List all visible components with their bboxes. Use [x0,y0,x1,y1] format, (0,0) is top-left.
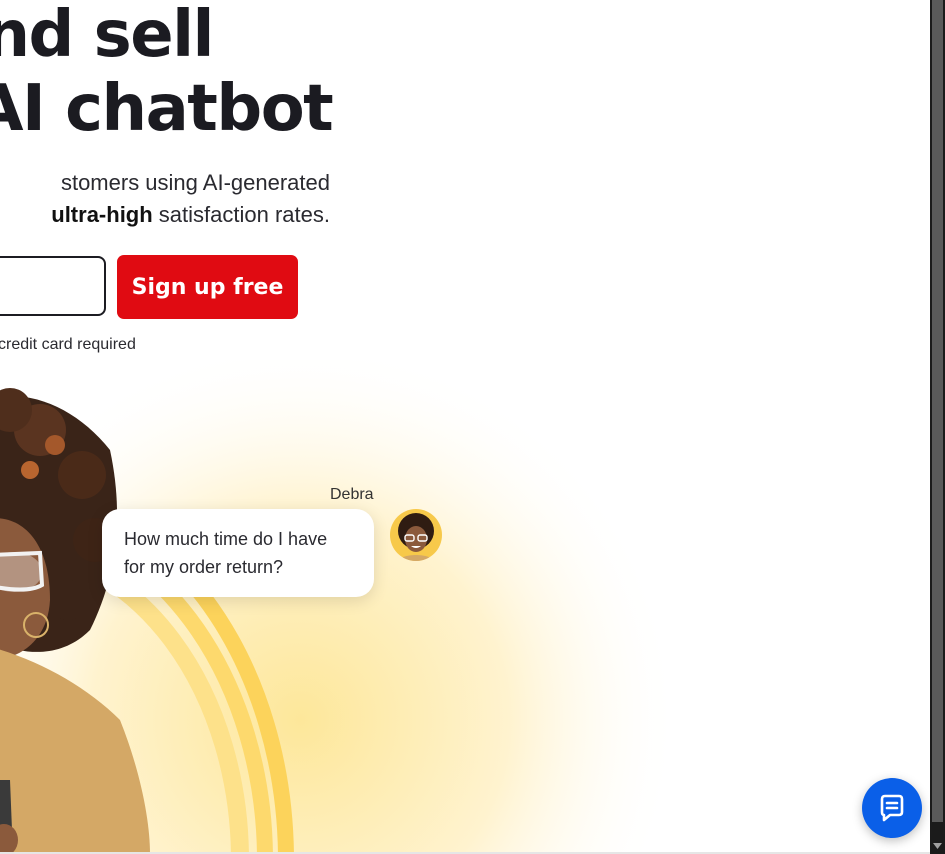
hero-title-line-2: ven AI chatbot [0,72,334,146]
no-credit-card-note: credit card required [0,336,136,353]
scroll-down-button[interactable] [930,837,945,854]
hero-title-line-1: rt, and sell [0,0,214,72]
agent-avatar [390,509,442,561]
message-line-1: How much time do I have [124,529,328,549]
hero-illustration [0,360,930,854]
triangle-down-icon [933,842,942,849]
chat-launcher-button[interactable] [862,778,922,838]
email-input[interactable] [0,256,106,316]
agent-name: Debra [330,486,374,503]
subtitle-line-1: stomers using AI-generated [60,170,330,195]
page: rt, and sell ven AI chatbot stomers usin… [0,0,930,854]
chat-bubble-icon [880,794,904,822]
vertical-scrollbar[interactable] [930,0,945,854]
sign-up-button[interactable]: Sign up free [117,255,298,319]
agent-avatar-image [390,509,442,561]
message-line-2: for my order return? [124,557,284,577]
hero-title: rt, and sell ven AI chatbot [0,0,334,146]
chat-message-bubble: How much time do I have for my order ret… [102,509,374,597]
subtitle-line-2-rest: satisfaction rates. [152,202,330,227]
hero-subtitle: stomers using AI-generated ultra-high sa… [0,167,330,231]
subtitle-emphasis: ultra-high [51,202,153,227]
scrollbar-thumb[interactable] [932,0,943,822]
